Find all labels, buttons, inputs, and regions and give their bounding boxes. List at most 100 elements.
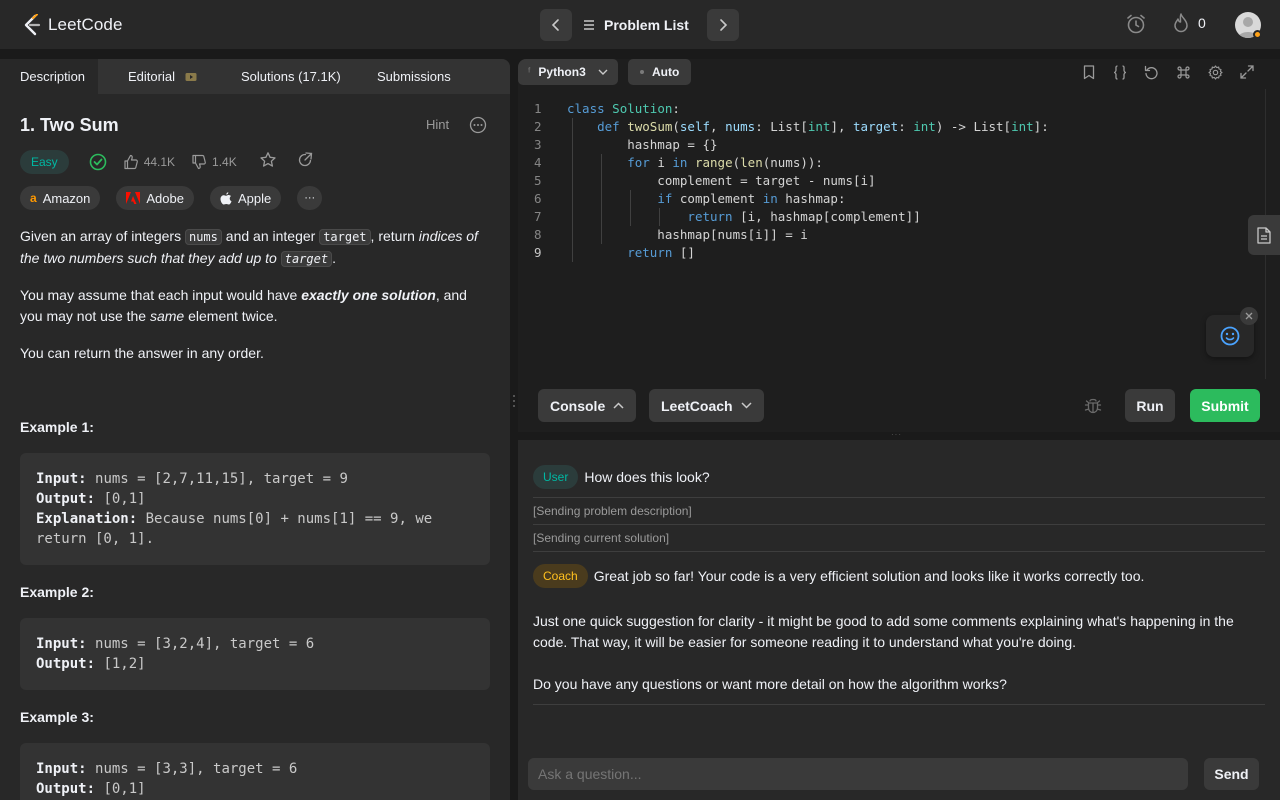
ask-question-input[interactable] [528,758,1188,790]
leetcode-logo-icon [24,14,41,36]
system-message: [Sending current solution] [533,524,1265,551]
format-code-button[interactable] [1113,65,1127,85]
logo-text: LeetCode [48,15,123,34]
coach-role-badge: Coach [533,564,588,588]
language-select[interactable]: ᶠ Python3 [518,59,618,85]
difficulty-badge: Easy [20,150,69,174]
gear-icon [1208,65,1223,80]
adobe-logo-icon [126,192,141,204]
notes-side-button[interactable] [1248,215,1280,255]
input-label: Input: [36,636,87,652]
reset-code-button[interactable] [1144,65,1159,85]
code-line: 7 return [i, hashmap[complement]] [534,209,921,224]
reset-icon [1144,65,1158,80]
debug-button[interactable] [1084,397,1102,420]
problem-list-label: Problem List [604,17,689,33]
submit-button[interactable]: Submit [1190,389,1260,422]
braces-icon [1113,65,1127,80]
settings-button[interactable] [1208,65,1223,85]
drag-handle-icon: ··· [891,430,902,439]
example-3-title: Example 3: [20,709,94,725]
code-area[interactable]: 1 class Solution: 2 def twoSum(self, nums… [518,100,1258,262]
fullscreen-button[interactable] [1240,65,1254,84]
input-label: Input: [36,471,87,487]
coach-message: Coach Great job so far! Your code is a v… [533,551,1265,705]
input-label: Input: [36,761,87,777]
horizontal-resize-handle[interactable]: ··· [518,430,1280,440]
vertical-resize-handle[interactable] [510,59,518,800]
user-message-text: How does this look? [584,469,710,485]
company-tag-adobe[interactable]: Adobe [116,186,194,210]
streak-counter[interactable]: 0 [1172,13,1206,33]
coach-message-text: Just one quick suggestion for clarity - … [533,613,1234,650]
code-line: 6 if complement in hashmap: [534,191,846,206]
share-icon [298,151,312,166]
output-label: Output: [36,656,96,672]
example-1-box: Input: nums = [2,7,11,15], target = 9 Ou… [20,453,490,565]
more-companies-label: ··· [304,192,316,204]
problem-meta-row: Easy 44.1K 1.4K [20,150,313,174]
more-circle-icon [469,116,487,134]
output-value: [0,1] [103,781,146,797]
chevron-right-icon [720,19,728,31]
problem-list-button[interactable]: Problem List [583,9,689,41]
desc-text: , return [370,228,419,244]
hint-button[interactable]: Hint [426,117,449,132]
tab-editorial[interactable]: Editorial [108,59,217,94]
prev-problem-button[interactable] [540,9,572,41]
language-label: Python3 [538,65,586,79]
like-count: 44.1K [143,155,176,169]
problem-description-1: Given an array of integers nums and an i… [20,226,490,270]
desc-text: . [332,250,336,266]
run-button[interactable]: Run [1125,389,1175,422]
example-1-title: Example 1: [20,419,94,435]
chat-messages: User How does this look? [Sending proble… [533,464,1265,705]
dislike-button[interactable]: 1.4K [191,154,237,170]
company-tag-amazon[interactable]: a Amazon [20,186,101,210]
code-line: 9 return [] [534,245,695,260]
leetcoach-button[interactable]: LeetCoach [649,389,764,422]
favorite-button[interactable] [259,151,277,174]
line-number: 9 [534,245,542,260]
streak-count: 0 [1198,15,1206,31]
thumbs-up-icon [124,154,138,170]
line-number: 1 [534,101,542,116]
top-navbar: LeetCode Problem List 0 [0,0,1280,50]
line-number: 7 [534,209,542,224]
next-problem-button[interactable] [707,9,739,41]
console-label: Console [550,397,606,414]
like-button[interactable]: 44.1K [123,154,175,170]
chevron-down-icon [598,69,608,75]
premium-dot-icon [1253,30,1262,39]
desc-text: element twice. [184,308,278,324]
code-editor-panel: ᶠ Python3 Auto 1 class Solution: 2 def t… [518,59,1280,432]
desc-text: Given an array of integers [20,228,185,244]
problem-description-2: You may assume that each input would hav… [20,285,490,327]
chat-bot-icon [1220,326,1240,346]
shortcuts-button[interactable] [1176,65,1191,85]
close-coach-button[interactable] [1240,307,1258,325]
code-line: 2 def twoSum(self, nums: List[int], targ… [534,119,1049,134]
company-label: Adobe [146,190,184,206]
tab-description[interactable]: Description [0,59,98,94]
share-button[interactable] [297,151,313,173]
timer-button[interactable] [1125,13,1147,35]
company-tag-apple[interactable]: Apple [209,186,282,210]
line-number: 6 [534,191,542,206]
more-options-button[interactable] [469,116,487,139]
mode-label: Auto [652,65,680,79]
more-companies-button[interactable]: ··· [297,186,323,210]
send-button[interactable]: Send [1204,758,1259,790]
auto-mode-button[interactable]: Auto [628,59,692,85]
console-button[interactable]: Console [538,389,637,422]
line-number: 5 [534,173,542,188]
tab-solutions[interactable]: Solutions (17.1K) [221,59,361,94]
leetcode-logo[interactable]: LeetCode [22,13,123,37]
tab-submissions[interactable]: Submissions [357,59,471,94]
desc-text: You may assume that each input would hav… [20,287,302,303]
code-line: 3 hashmap = {} [534,137,718,152]
coach-message-text: Do you have any questions or want more d… [533,674,1265,705]
close-icon [1245,312,1253,320]
bookmark-button[interactable] [1083,65,1095,85]
desc-strong: exactly one solution [301,287,436,303]
